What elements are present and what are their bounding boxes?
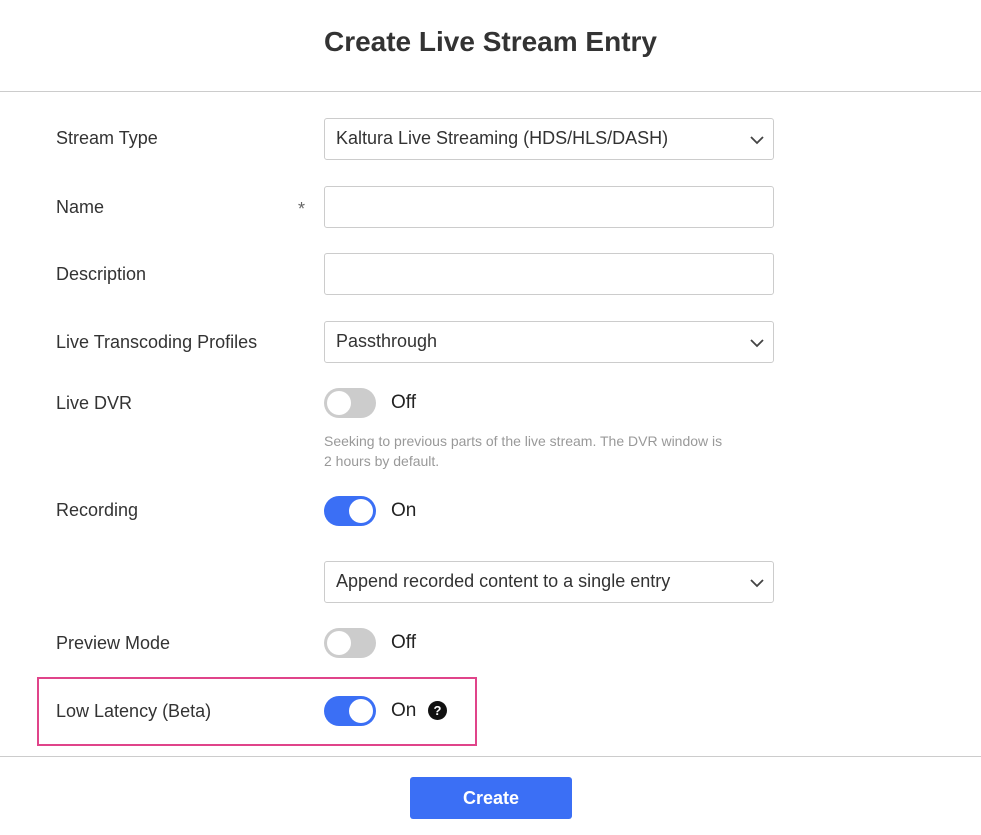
stream-type-select[interactable]: Kaltura Live Streaming (HDS/HLS/DASH) (324, 118, 774, 160)
page-title: Create Live Stream Entry (323, 26, 658, 57)
preview-mode-label: Preview Mode (56, 633, 171, 653)
toggle-knob (349, 499, 373, 523)
description-input[interactable] (324, 253, 774, 295)
stream-type-value: Kaltura Live Streaming (HDS/HLS/DASH) (336, 128, 669, 148)
chevron-down-icon (750, 579, 764, 588)
live-dvr-label: Live DVR (56, 393, 133, 413)
live-dvr-state: Off (391, 392, 416, 413)
toggle-knob (327, 631, 351, 655)
name-label: Name (56, 197, 105, 217)
toggle-knob (349, 699, 373, 723)
recording-option-select[interactable]: Append recorded content to a single entr… (324, 561, 774, 603)
create-button[interactable]: Create (410, 777, 572, 819)
recording-state: On (391, 500, 417, 521)
question-circle-icon[interactable]: ? (428, 701, 447, 720)
low-latency-state: On (391, 700, 417, 721)
chevron-down-icon (750, 339, 764, 348)
recording-toggle[interactable] (324, 496, 376, 526)
chevron-down-icon (750, 136, 764, 145)
low-latency-toggle[interactable] (324, 696, 376, 726)
description-label: Description (56, 264, 147, 284)
recording-label: Recording (56, 500, 139, 520)
stream-type-label: Stream Type (56, 128, 158, 148)
toggle-knob (327, 391, 351, 415)
transcoding-select[interactable]: Passthrough (324, 321, 774, 363)
transcoding-value: Passthrough (336, 331, 438, 351)
preview-mode-state: Off (391, 632, 416, 653)
dialog-header: Create Live Stream Entry (0, 0, 981, 92)
preview-mode-toggle[interactable] (324, 628, 376, 658)
recording-option-value: Append recorded content to a single entr… (336, 571, 671, 591)
transcoding-label: Live Transcoding Profiles (56, 332, 258, 352)
required-marker: * (298, 199, 306, 219)
live-dvr-hint: Seeking to previous parts of the live st… (324, 433, 723, 469)
low-latency-label: Low Latency (Beta) (56, 701, 212, 721)
live-dvr-toggle[interactable] (324, 388, 376, 418)
name-input[interactable] (324, 186, 774, 228)
